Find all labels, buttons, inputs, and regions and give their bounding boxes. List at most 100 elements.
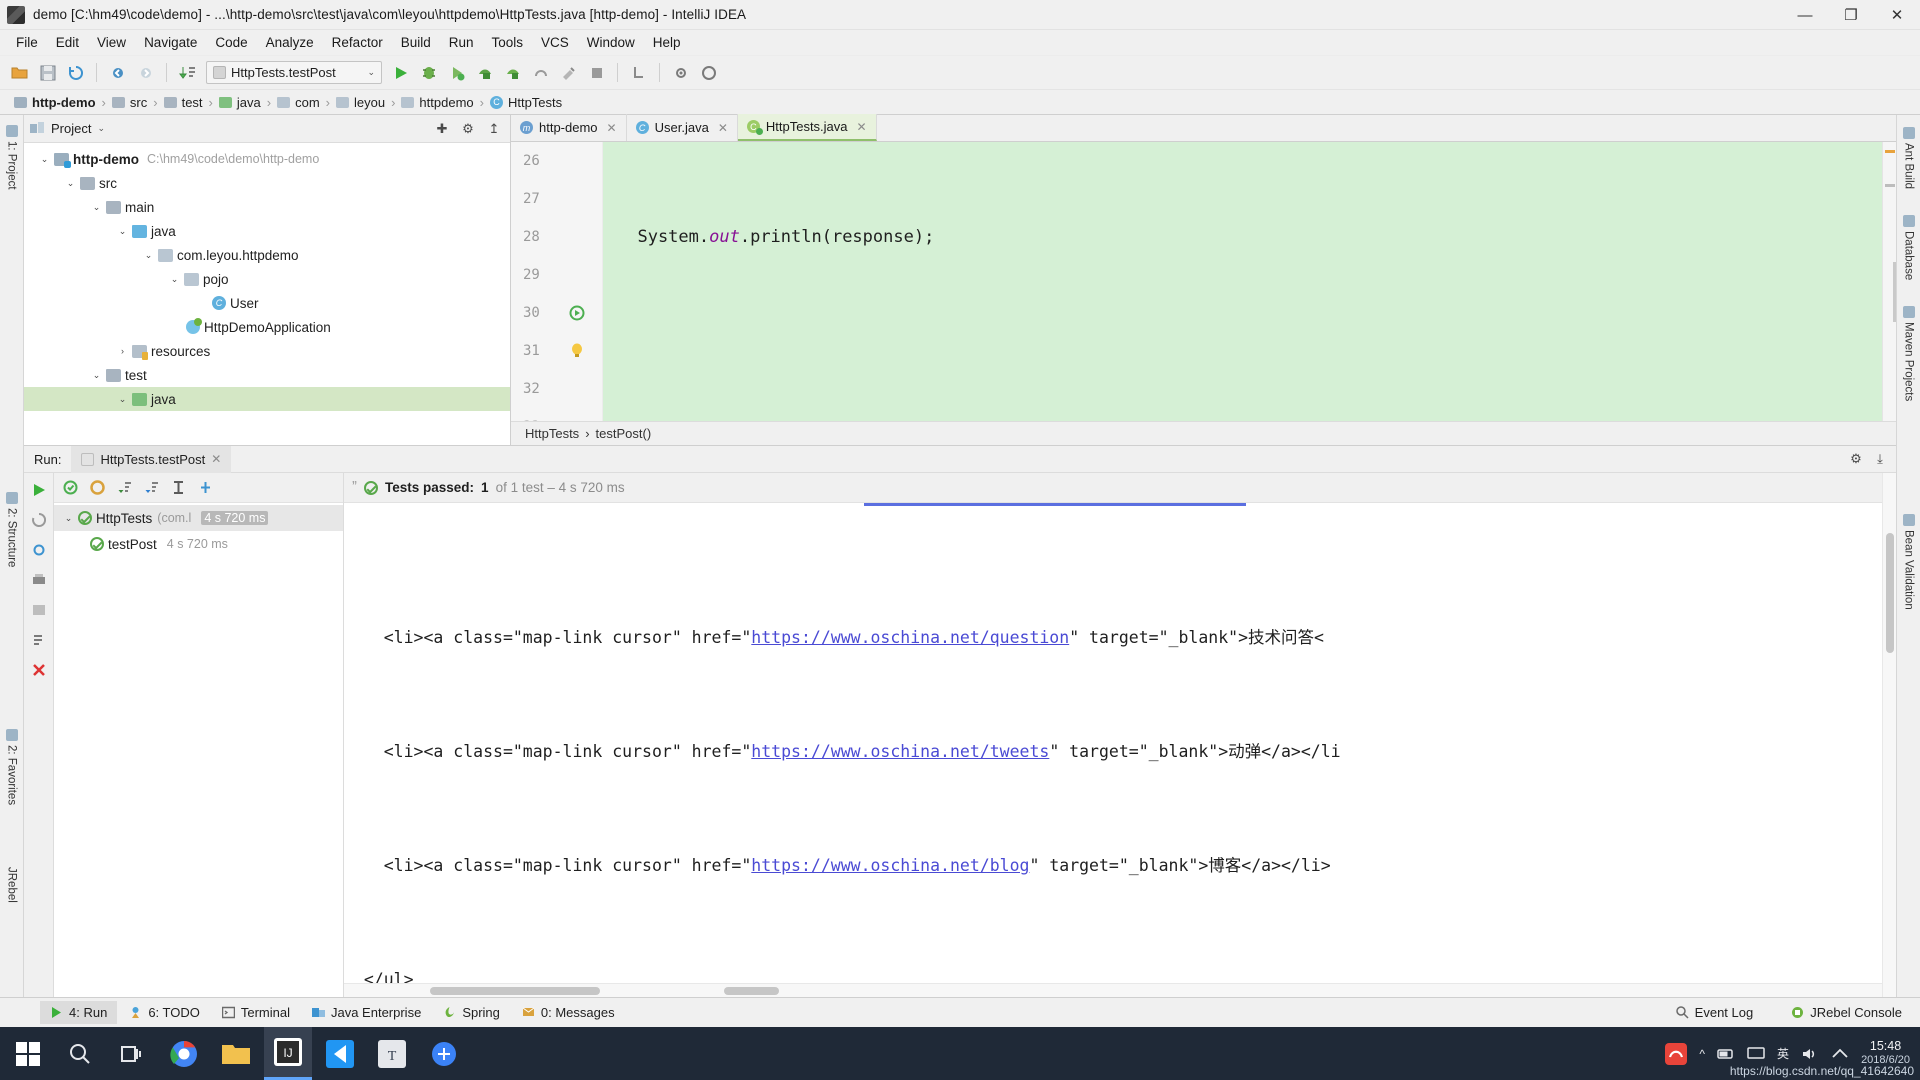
sidebar-tab-structure[interactable]: 2: Structure xyxy=(5,486,18,573)
breadcrumb-item-com[interactable]: com xyxy=(271,95,326,110)
scrollbar-thumb[interactable] xyxy=(1893,262,1896,322)
tree-item-user[interactable]: C User xyxy=(24,291,510,315)
help-icon[interactable] xyxy=(695,60,722,86)
network-icon[interactable] xyxy=(1831,1045,1849,1063)
debug-icon[interactable] xyxy=(415,60,442,86)
editor-tab-http-demo[interactable]: m http-demo ✕ xyxy=(511,114,627,141)
sidebar-tab-bean-validation[interactable]: Bean Validation xyxy=(1902,508,1915,616)
close-icon[interactable]: ✕ xyxy=(857,120,867,134)
breadcrumb-item-src[interactable]: src xyxy=(106,95,153,110)
toggle-auto-test-icon[interactable] xyxy=(85,476,109,500)
menu-edit[interactable]: Edit xyxy=(47,32,88,53)
compile-icon[interactable] xyxy=(174,60,201,86)
chrome-icon[interactable] xyxy=(160,1027,208,1080)
gear-icon[interactable]: ⚙ xyxy=(1846,449,1866,469)
settings-gear-icon[interactable] xyxy=(667,60,694,86)
breadcrumb-item-httptests[interactable]: C HttpTests xyxy=(484,95,568,110)
tree-item-src[interactable]: ⌄ src xyxy=(24,171,510,195)
twisty-icon[interactable]: › xyxy=(116,345,129,358)
breadcrumb-item-http-demo[interactable]: http-demo xyxy=(8,95,102,110)
close-panel-icon[interactable] xyxy=(28,659,50,681)
menu-window[interactable]: Window xyxy=(578,32,644,53)
sidebar-tab-database[interactable]: Database xyxy=(1902,209,1915,286)
sort-alphabetically-icon[interactable] xyxy=(112,476,136,500)
forward-icon[interactable] xyxy=(132,60,159,86)
toolwindow-java-enterprise[interactable]: Java Enterprise xyxy=(302,1001,431,1024)
run-tab-httptests-testpost[interactable]: HttpTests.testPost ✕ xyxy=(71,445,232,473)
code-lines[interactable]: System.out.println(response); 'est ıblic… xyxy=(603,142,1882,421)
tree-item-http-demo[interactable]: ⌄ http-demo C:\hm49\code\demo\http-demo xyxy=(24,147,510,171)
toolwindow-messages[interactable]: 0: Messages xyxy=(512,1001,625,1024)
twisty-icon[interactable]: ⌄ xyxy=(168,273,181,286)
ime-label[interactable]: 英 xyxy=(1777,1045,1789,1062)
intention-bulb-icon[interactable] xyxy=(567,332,587,370)
console-vertical-scrollbar[interactable] xyxy=(1882,473,1896,997)
print-icon[interactable] xyxy=(28,569,50,591)
battery-icon[interactable] xyxy=(1717,1045,1735,1063)
twisty-icon[interactable]: ⌄ xyxy=(38,153,51,166)
twisty-icon[interactable]: ⌄ xyxy=(90,201,103,214)
breadcrumb-item-java[interactable]: java xyxy=(213,95,267,110)
tree-item-httpdemoapplication[interactable]: HttpDemoApplication xyxy=(24,315,510,339)
expand-all-icon[interactable] xyxy=(166,476,190,500)
tree-item-com-leyou-httpdemo[interactable]: ⌄ com.leyou.httpdemo xyxy=(24,243,510,267)
rerun-failed-icon[interactable] xyxy=(28,509,50,531)
tree-item-java-main[interactable]: ⌄ java xyxy=(24,219,510,243)
chevron-up-icon[interactable]: ^ xyxy=(1699,1047,1705,1061)
breadcrumb-item-httpdemo[interactable]: httpdemo xyxy=(395,95,479,110)
maximize-button[interactable]: ❐ xyxy=(1828,0,1874,30)
save-all-icon[interactable] xyxy=(34,60,61,86)
error-stripe-gutter[interactable] xyxy=(1882,142,1896,421)
sidebar-tab-ant-build[interactable]: Ant Build xyxy=(1902,121,1915,195)
rerun-icon[interactable] xyxy=(28,479,50,501)
menu-build[interactable]: Build xyxy=(392,32,440,53)
run-coverage-icon[interactable] xyxy=(443,60,470,86)
toolwindow-todo[interactable]: 6: TODO xyxy=(119,1001,210,1024)
tree-item-test[interactable]: ⌄ test xyxy=(24,363,510,387)
code-line-27[interactable] xyxy=(603,332,1882,370)
task-view-icon[interactable] xyxy=(108,1027,156,1080)
rerun-tests-icon[interactable] xyxy=(58,476,82,500)
sogou-icon[interactable] xyxy=(1665,1042,1688,1065)
explorer-icon[interactable] xyxy=(212,1027,260,1080)
twisty-icon[interactable]: ⌄ xyxy=(62,512,75,525)
toolwindow-run[interactable]: 4: Run xyxy=(40,1001,118,1024)
console-horizontal-scrollbar[interactable] xyxy=(344,983,1882,997)
twisty-icon[interactable]: ⌄ xyxy=(116,393,129,406)
minimize-button[interactable]: — xyxy=(1782,0,1828,30)
toolwindow-terminal[interactable]: Terminal xyxy=(212,1001,300,1024)
menu-vcs[interactable]: VCS xyxy=(532,32,578,53)
toolwindow-jrebel-console[interactable]: JRebel Console xyxy=(1781,1001,1912,1024)
gear-icon[interactable]: ⚙ xyxy=(458,119,478,139)
console-output[interactable]: <li><a class="map-link cursor" href="htt… xyxy=(344,503,1882,997)
twisty-icon[interactable]: ⌄ xyxy=(142,249,155,262)
editor-gutter[interactable]: 26 27 28 29 30 31 32 33 xyxy=(511,142,603,421)
run-test-gutter-icon[interactable] xyxy=(567,294,587,332)
scroll-to-end-icon[interactable] xyxy=(28,629,50,651)
twisty-icon[interactable]: ⌄ xyxy=(116,225,129,238)
code-line-26[interactable]: System.out.println(response); xyxy=(603,218,1882,256)
monitor-icon[interactable] xyxy=(1747,1045,1765,1063)
scrollbar-thumb-2[interactable] xyxy=(724,987,779,995)
other-icon[interactable] xyxy=(420,1027,468,1080)
sidebar-tab-project[interactable]: 1: Project xyxy=(5,119,18,196)
sync-icon[interactable] xyxy=(62,60,89,86)
build-icon[interactable] xyxy=(555,60,582,86)
breadcrumb-item-test[interactable]: test xyxy=(158,95,209,110)
attach-process-icon[interactable] xyxy=(527,60,554,86)
open-folder-icon[interactable] xyxy=(6,60,33,86)
wrap-text-icon[interactable] xyxy=(28,599,50,621)
tree-item-main[interactable]: ⌄ main xyxy=(24,195,510,219)
code-editor[interactable]: 26 27 28 29 30 31 32 33 xyxy=(511,142,1896,421)
scrollbar-thumb[interactable] xyxy=(1886,533,1894,653)
test-results-tree[interactable]: ⌄ HttpTests (com.l 4 s 720 ms testPost 4… xyxy=(54,503,343,997)
run-configuration-selector[interactable]: HttpTests.testPost ⌄ xyxy=(206,61,382,84)
breadcrumb-item-leyou[interactable]: leyou xyxy=(330,95,391,110)
sort-by-duration-icon[interactable] xyxy=(139,476,163,500)
twisty-icon[interactable]: ⌄ xyxy=(64,177,77,190)
tree-item-resources[interactable]: › resources xyxy=(24,339,510,363)
twisty-icon[interactable]: ⌄ xyxy=(90,369,103,382)
menu-analyze[interactable]: Analyze xyxy=(257,32,323,53)
app-icon[interactable]: T xyxy=(368,1027,416,1080)
menu-help[interactable]: Help xyxy=(644,32,690,53)
